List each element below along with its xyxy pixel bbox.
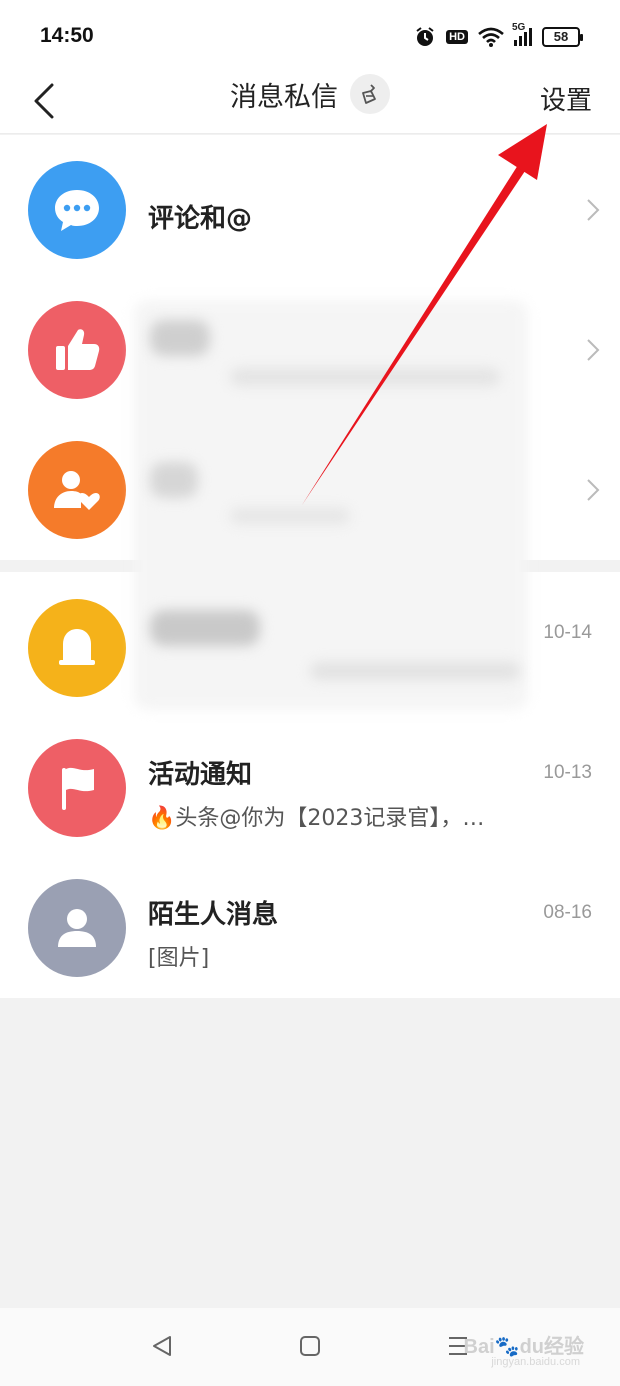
- avatar: [28, 301, 126, 399]
- row-title: 活动通知: [148, 760, 253, 790]
- redacted-placeholder: [230, 368, 500, 386]
- nav-back-icon[interactable]: [150, 1334, 174, 1358]
- list-item-comments[interactable]: 评论和@: [0, 140, 620, 280]
- watermark-url: jingyan.baidu.com: [491, 1356, 580, 1368]
- page-title: 消息私信: [230, 81, 338, 113]
- list-item-stranger-messages[interactable]: 陌生人消息 [图片] 08-16: [0, 858, 620, 998]
- hd-icon: HD: [446, 30, 468, 44]
- status-icons: HD 5G 58: [414, 22, 583, 50]
- list-item-activity-notice[interactable]: 活动通知 🔥头条@你为【2023记录官】，… 10-13: [0, 718, 620, 858]
- baidu-watermark: Bai🐾du经验: [464, 1330, 584, 1359]
- status-time: 14:50: [40, 24, 94, 47]
- row-subtitle: 🔥头条@你为【2023记录官】，…: [148, 806, 485, 831]
- broom-icon: [362, 84, 376, 104]
- chevron-right-icon: [587, 479, 600, 501]
- row-date: 08-16: [543, 902, 592, 923]
- avatar: [28, 739, 126, 837]
- status-bar: 14:50 HD 5G 58: [0, 0, 620, 70]
- person-icon: [58, 909, 96, 947]
- avatar: [28, 441, 126, 539]
- avatar: [28, 879, 126, 977]
- chevron-right-icon: [587, 339, 600, 361]
- watermark-paw-icon: 🐾: [494, 1336, 520, 1358]
- watermark-tag: 经验: [544, 1336, 584, 1358]
- row-date: 10-13: [543, 762, 592, 783]
- avatar: [28, 599, 126, 697]
- chat-bubble-icon: [55, 190, 99, 231]
- wifi-icon: [478, 27, 504, 47]
- watermark-brand-suffix: du: [519, 1336, 544, 1358]
- redacted-placeholder: [310, 662, 520, 680]
- redacted-placeholder: [150, 462, 198, 498]
- row-date: 10-14: [543, 622, 592, 643]
- row-title: 评论和@: [148, 204, 253, 234]
- chevron-right-icon: [587, 199, 600, 221]
- redacted-region: [134, 300, 528, 710]
- battery-indicator: 58: [542, 27, 583, 47]
- bell-icon: [59, 629, 95, 665]
- title-wrap: 消息私信: [0, 74, 620, 114]
- header: 消息私信 设置: [0, 70, 620, 134]
- network-label: 5G: [512, 22, 526, 33]
- watermark-brand: Bai: [463, 1336, 495, 1358]
- row-title: 陌生人消息: [148, 900, 279, 930]
- settings-button[interactable]: 设置: [540, 80, 592, 117]
- clear-unread-button[interactable]: [350, 74, 390, 114]
- redacted-placeholder: [150, 320, 210, 356]
- system-nav-bar: Bai🐾du经验 jingyan.baidu.com: [0, 1308, 620, 1386]
- thumbs-up-icon: [56, 329, 100, 370]
- flag-icon: [62, 767, 94, 810]
- redacted-placeholder: [150, 610, 260, 646]
- redacted-placeholder: [230, 508, 350, 524]
- avatar: [28, 161, 126, 259]
- alarm-icon: [416, 27, 434, 46]
- user-heart-icon: [54, 471, 100, 510]
- signal-icon: 5G: [512, 22, 532, 46]
- row-subtitle: [图片]: [148, 946, 210, 971]
- nav-home-icon[interactable]: [298, 1334, 322, 1358]
